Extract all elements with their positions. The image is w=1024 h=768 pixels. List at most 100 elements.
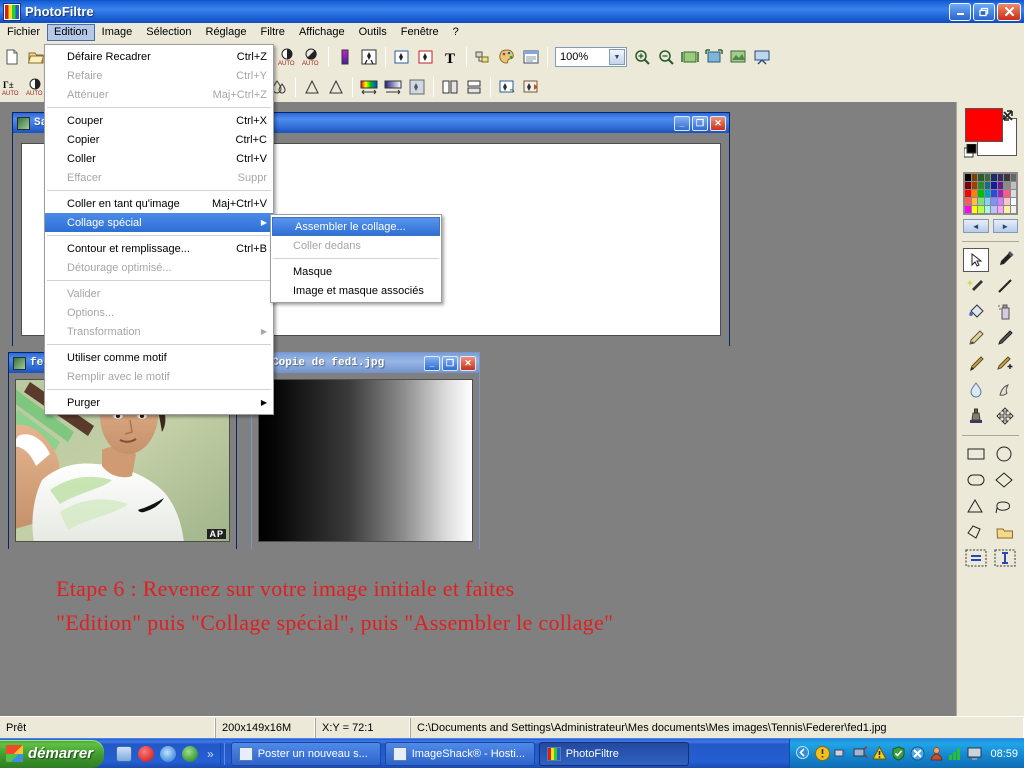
menu-item-transformation[interactable]: Transformation ▶ bbox=[45, 322, 273, 341]
swap-colors-icon[interactable] bbox=[1000, 108, 1018, 124]
triangle-curved-icon[interactable] bbox=[324, 75, 348, 99]
collage-special-submenu[interactable]: Assembler le collage... Coller dedans Ma… bbox=[270, 214, 442, 303]
chevron-down-icon[interactable]: ▼ bbox=[609, 49, 625, 65]
new-icon[interactable] bbox=[0, 45, 24, 69]
magic-wand-icon[interactable] bbox=[963, 274, 990, 298]
rectangle-icon[interactable] bbox=[963, 443, 989, 465]
menu-item-contour-et-remplissage[interactable]: Contour et remplissage... Ctrl+B bbox=[45, 239, 273, 258]
canvas-size-icon[interactable] bbox=[414, 45, 438, 69]
text-cursor-icon[interactable] bbox=[993, 547, 1019, 569]
menu-item-collage-special[interactable]: Collage spécial ▶ bbox=[45, 213, 273, 232]
mdi-close-button-3[interactable]: ✕ bbox=[460, 355, 476, 371]
swatch-prev-button[interactable]: ◄ bbox=[963, 219, 989, 233]
menu-item-valider[interactable]: Valider bbox=[45, 284, 273, 303]
image-size-icon[interactable] bbox=[390, 45, 414, 69]
image-canvas-gradient[interactable] bbox=[258, 379, 473, 542]
menu-fichier[interactable]: Fichier bbox=[0, 24, 47, 41]
diamond-icon[interactable] bbox=[993, 469, 1019, 491]
menu-image[interactable]: Image bbox=[95, 24, 140, 41]
line-icon[interactable] bbox=[992, 274, 1019, 298]
triangle-icon[interactable] bbox=[963, 495, 989, 517]
menu-item-copier[interactable]: Copier Ctrl+C bbox=[45, 130, 273, 149]
slideshow-icon[interactable] bbox=[750, 45, 774, 69]
layers-icon[interactable] bbox=[471, 45, 495, 69]
text-tool-icon[interactable]: T bbox=[438, 45, 462, 69]
paintbrush-icon[interactable] bbox=[963, 352, 990, 376]
water-drop-icon[interactable] bbox=[963, 378, 990, 402]
color-swatches[interactable] bbox=[963, 172, 1018, 215]
thumbnail-icon[interactable] bbox=[726, 45, 750, 69]
user-icon[interactable] bbox=[929, 746, 944, 761]
negative-icon[interactable] bbox=[357, 45, 381, 69]
internet-explorer-icon[interactable] bbox=[160, 745, 176, 762]
rounded-rect-icon[interactable] bbox=[963, 469, 989, 491]
menu-item-detourage-optimise[interactable]: Détourage optimisé... bbox=[45, 258, 273, 277]
menu-selection[interactable]: Sélection bbox=[139, 24, 198, 41]
smudge-icon[interactable] bbox=[992, 378, 1019, 402]
taskbar-gripper[interactable] bbox=[219, 742, 225, 765]
menu-item-effacer[interactable]: Effacer Suppr bbox=[45, 168, 273, 187]
lasso-icon[interactable] bbox=[993, 495, 1019, 517]
polygon-icon[interactable] bbox=[963, 521, 989, 543]
menu-item-coller[interactable]: Coller Ctrl+V bbox=[45, 149, 273, 168]
menu-filtre[interactable]: Filtre bbox=[253, 24, 291, 41]
eyedropper-icon[interactable] bbox=[992, 248, 1019, 272]
edition-dropdown-menu[interactable]: Défaire Recadrer Ctrl+Z Refaire Ctrl+Y A… bbox=[44, 44, 274, 415]
mdi-minimize-button-1[interactable]: _ bbox=[674, 115, 690, 131]
mdi-titlebar-3[interactable]: Copie de fed1.jpg _ ❐ ✕ bbox=[252, 353, 479, 373]
swatch-next-button[interactable]: ► bbox=[992, 219, 1018, 233]
default-colors-icon[interactable] bbox=[964, 144, 980, 160]
resize-selection-icon[interactable] bbox=[963, 547, 989, 569]
menu-outils[interactable]: Outils bbox=[352, 24, 394, 41]
menu-item-couper[interactable]: Couper Ctrl+X bbox=[45, 111, 273, 130]
mdi-window-copy[interactable]: Copie de fed1.jpg _ ❐ ✕ bbox=[251, 352, 480, 549]
fit-width-icon[interactable] bbox=[678, 45, 702, 69]
network-icon[interactable] bbox=[834, 746, 849, 761]
open-shape-icon[interactable] bbox=[993, 521, 1019, 543]
alert-icon[interactable] bbox=[872, 746, 888, 761]
texture-icon[interactable] bbox=[405, 75, 429, 99]
brush-icon[interactable] bbox=[992, 326, 1019, 350]
menu-item-defaire-recadrer[interactable]: Défaire Recadrer Ctrl+Z bbox=[45, 47, 273, 66]
show-desktop-icon[interactable] bbox=[116, 745, 132, 762]
clone-stamp-icon[interactable] bbox=[963, 404, 990, 428]
msn-icon[interactable] bbox=[182, 745, 198, 762]
menu-help[interactable]: ? bbox=[446, 24, 466, 41]
menu-item-attenuer[interactable]: Atténuer Maj+Ctrl+Z bbox=[45, 85, 273, 104]
menu-edition[interactable]: Edition bbox=[47, 23, 95, 41]
batch-export-icon[interactable] bbox=[519, 75, 543, 99]
chevron-left-icon[interactable] bbox=[796, 746, 811, 761]
taskbar-item-photofiltre[interactable]: PhotoFiltre bbox=[538, 741, 689, 766]
menu-fenetre[interactable]: Fenêtre bbox=[394, 24, 446, 41]
flip-vertical-icon[interactable] bbox=[462, 75, 486, 99]
menu-item-remplir-avec-le-motif[interactable]: Remplir avec le motif bbox=[45, 367, 273, 386]
mdi-maximize-button-3[interactable]: ❐ bbox=[442, 355, 458, 371]
batch-module-icon[interactable] bbox=[495, 75, 519, 99]
menu-item-utiliser-comme-motif[interactable]: Utiliser comme motif bbox=[45, 348, 273, 367]
paint-bucket-icon[interactable] bbox=[963, 300, 990, 324]
mdi-close-button-1[interactable]: ✕ bbox=[710, 115, 726, 131]
signal-icon[interactable] bbox=[948, 746, 963, 761]
auto-gamma-icon[interactable]: AUTO bbox=[300, 45, 324, 69]
taskbar-item-imageshack[interactable]: ImageShack® - Hosti... bbox=[384, 741, 535, 766]
menu-reglage[interactable]: Réglage bbox=[199, 24, 254, 41]
grayscale-icon[interactable] bbox=[333, 45, 357, 69]
spray-can-icon[interactable] bbox=[992, 300, 1019, 324]
fit-screen-icon[interactable] bbox=[702, 45, 726, 69]
auto-gamma2-icon[interactable]: Γ± AUTO bbox=[0, 75, 24, 99]
palette-icon[interactable] bbox=[495, 45, 519, 69]
menu-item-refaire[interactable]: Refaire Ctrl+Y bbox=[45, 66, 273, 85]
minimize-button[interactable] bbox=[949, 2, 971, 21]
display-icon[interactable] bbox=[967, 746, 982, 761]
menu-item-coller-en-tant-quimage[interactable]: Coller en tant qu'image Maj+Ctrl+V bbox=[45, 194, 273, 213]
warning-bulb-icon[interactable] bbox=[815, 746, 831, 761]
brush-plus-icon[interactable] bbox=[992, 352, 1019, 376]
menu-item-purger[interactable]: Purger ▶ bbox=[45, 393, 273, 412]
arrow-select-icon[interactable] bbox=[963, 248, 989, 272]
submenu-item-assembler-le-collage[interactable]: Assembler le collage... bbox=[272, 217, 440, 236]
foreground-color-swatch[interactable] bbox=[965, 108, 1003, 142]
monitor-icon[interactable] bbox=[853, 746, 869, 761]
quick-launch-overflow-icon[interactable]: » bbox=[207, 747, 214, 761]
properties-icon[interactable] bbox=[519, 45, 543, 69]
submenu-item-coller-dedans[interactable]: Coller dedans bbox=[271, 236, 441, 255]
